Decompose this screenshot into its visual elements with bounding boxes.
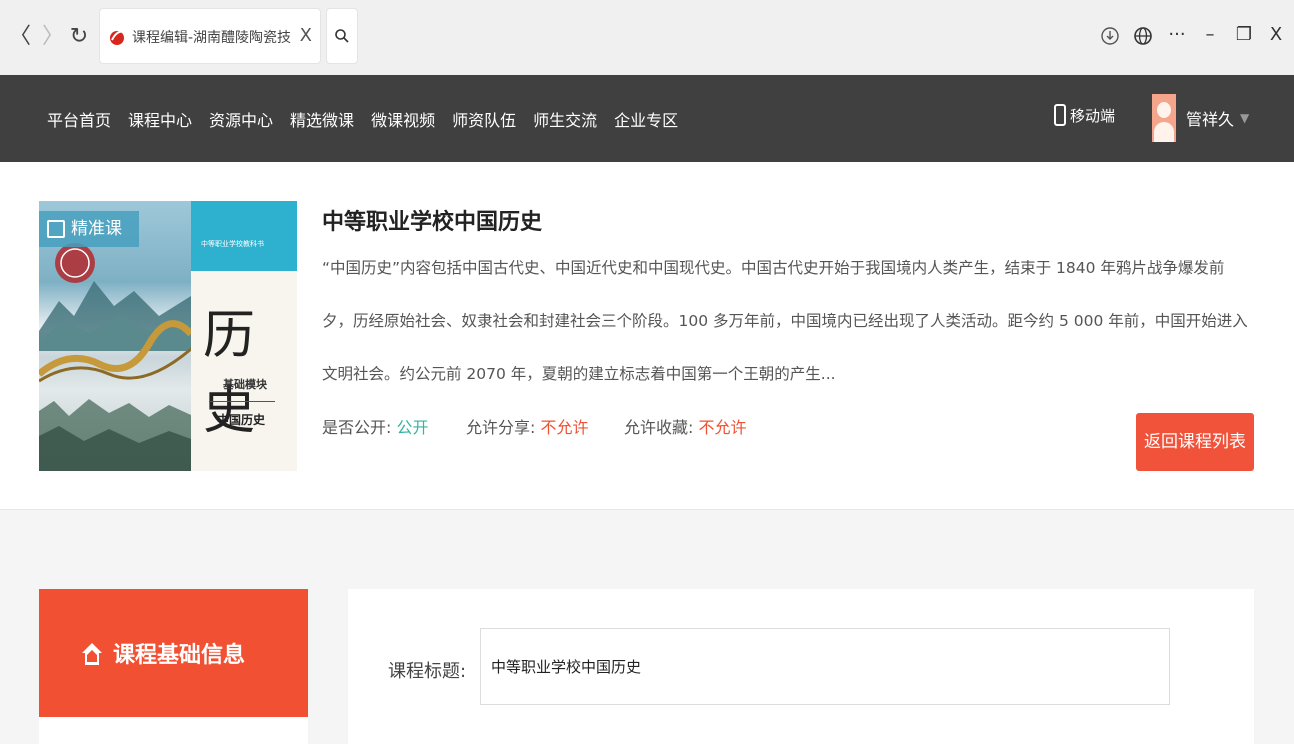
site-topbar: 平台首页 课程中心 资源中心 精选微课 微课视频 师资队伍 师生交流 企业专区 … xyxy=(0,75,1294,162)
main-nav: 平台首页 课程中心 资源中心 精选微课 微课视频 师资队伍 师生交流 企业专区 xyxy=(47,107,678,131)
cover-series: 中等职业学校教科书 xyxy=(201,240,264,248)
share-status: 允许分享: 不允许 xyxy=(466,414,589,438)
nav-item-micro-videos[interactable]: 微课视频 xyxy=(371,107,435,131)
globe-icon[interactable] xyxy=(1133,25,1153,47)
collect-label: 允许收藏: xyxy=(624,418,694,437)
home-icon xyxy=(82,643,102,665)
course-title-input[interactable] xyxy=(480,628,1170,705)
back-icon[interactable]: 〈 xyxy=(9,24,31,50)
back-to-course-list-button[interactable]: 返回课程列表 xyxy=(1136,413,1254,471)
search-icon xyxy=(335,29,349,43)
sidebar: 课程基础信息 xyxy=(39,589,308,744)
course-title-label: 课程标题: xyxy=(388,661,467,682)
cover-subject: 中国历史 xyxy=(217,413,266,427)
public-status: 是否公开: 公开 xyxy=(322,414,429,438)
sidebar-item-label: 课程基础信息 xyxy=(113,643,246,668)
great-wall-art xyxy=(39,320,191,383)
more-icon[interactable]: ··· xyxy=(1164,22,1190,48)
collect-status: 允许收藏: 不允许 xyxy=(624,414,747,438)
user-menu[interactable]: 管祥久 ▼ xyxy=(1152,94,1249,142)
collect-value: 不允许 xyxy=(698,418,747,437)
refresh-icon[interactable]: ↻ xyxy=(68,24,90,50)
browser-search-button[interactable] xyxy=(326,8,358,64)
restore-icon[interactable]: ❐ xyxy=(1231,22,1257,48)
tab-close-icon[interactable]: X xyxy=(300,25,312,46)
user-name: 管祥久 xyxy=(1186,110,1235,129)
browser-chrome: 〈 〉 ↻ 课程编辑-湖南醴陵陶瓷技师学 X ··· – ❐ X xyxy=(0,0,1294,75)
share-value: 不允许 xyxy=(540,418,589,437)
public-value: 公开 xyxy=(396,418,429,437)
phone-icon xyxy=(1054,104,1066,126)
forest-art xyxy=(39,399,191,471)
nav-item-courses[interactable]: 课程中心 xyxy=(128,107,192,131)
close-window-icon[interactable]: X xyxy=(1263,22,1289,48)
browser-tab[interactable]: 课程编辑-湖南醴陵陶瓷技师学 X xyxy=(99,8,321,64)
mobile-label: 移动端 xyxy=(1070,106,1116,125)
course-form: 课程标题: xyxy=(348,589,1254,744)
site-favicon-icon xyxy=(110,30,125,45)
search-doc-icon xyxy=(47,220,65,238)
course-title: 中等职业学校中国历史 xyxy=(322,210,543,235)
seal-icon xyxy=(55,243,95,283)
nav-item-enterprise[interactable]: 企业专区 xyxy=(614,107,678,131)
public-label: 是否公开: xyxy=(322,418,392,437)
course-cover: 中等职业学校教科书 历史 基础模块 中国历史 精准课 xyxy=(39,201,297,471)
mobile-link[interactable]: 移动端 xyxy=(1054,104,1115,126)
cover-title-panel: 中等职业学校教科书 历史 基础模块 中国历史 xyxy=(191,201,297,471)
quality-course-badge: 精准课 xyxy=(39,211,139,247)
share-label: 允许分享: xyxy=(466,418,536,437)
tab-title: 课程编辑-湖南醴陵陶瓷技师学 xyxy=(132,30,292,46)
chevron-down-icon: ▼ xyxy=(1240,111,1250,125)
avatar xyxy=(1152,94,1176,142)
course-description: “中国历史”内容包括中国古代史、中国近代史和中国现代史。中国古代史开始于我国境内… xyxy=(322,259,1248,383)
badge-label: 精准课 xyxy=(71,219,122,239)
nav-item-resources[interactable]: 资源中心 xyxy=(209,107,273,131)
nav-item-home[interactable]: 平台首页 xyxy=(47,107,111,131)
cover-module: 基础模块 xyxy=(223,378,267,391)
nav-item-faculty[interactable]: 师资队伍 xyxy=(452,107,516,131)
course-header: 中等职业学校教科书 历史 基础模块 中国历史 精准课 中等职业学校中国历史 “中… xyxy=(0,162,1294,510)
forward-icon[interactable]: 〉 xyxy=(42,24,64,50)
download-icon[interactable] xyxy=(1100,25,1120,47)
sidebar-item-basic-info[interactable]: 课程基础信息 xyxy=(39,589,308,717)
nav-item-featured-micro[interactable]: 精选微课 xyxy=(290,107,354,131)
nav-item-exchange[interactable]: 师生交流 xyxy=(533,107,597,131)
minimize-icon[interactable]: – xyxy=(1197,22,1223,48)
